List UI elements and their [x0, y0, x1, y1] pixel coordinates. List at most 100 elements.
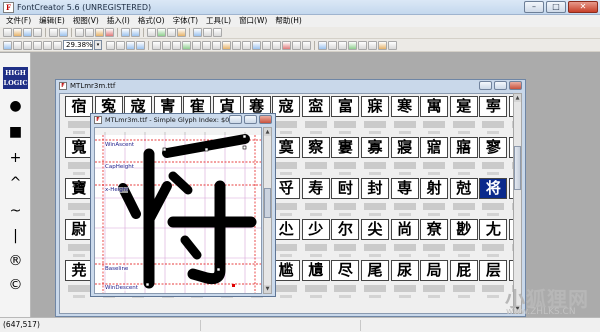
glyph-cell[interactable]: 寇 [272, 96, 301, 137]
glyph-cell[interactable]: 尢 [479, 219, 508, 260]
help-icon[interactable] [213, 28, 222, 37]
pointer-icon[interactable] [13, 40, 22, 50]
metrics-icon[interactable] [136, 40, 145, 50]
zoom-input[interactable]: 29.38% [63, 40, 93, 50]
align-right-icon[interactable] [212, 40, 221, 50]
cut-icon[interactable] [75, 28, 84, 37]
fit-icon[interactable] [106, 40, 115, 50]
flip-vertical-icon[interactable] [162, 40, 171, 50]
check-icon[interactable] [348, 40, 357, 50]
align-left-icon[interactable] [192, 40, 201, 50]
glyph-cell[interactable]: 寥 [479, 137, 508, 178]
properties-icon[interactable] [167, 28, 176, 37]
close-button[interactable]: ✕ [568, 1, 598, 13]
glyph-cell[interactable]: 寡 [361, 137, 390, 178]
preview-icon[interactable] [203, 28, 212, 37]
glyph-cell[interactable]: 寞 [272, 137, 301, 178]
line-tool[interactable]: | [0, 226, 31, 246]
test-font-icon[interactable] [157, 28, 166, 37]
glyph-cell[interactable]: 尾 [361, 260, 390, 301]
glyph-cell[interactable]: 射 [420, 178, 449, 219]
close-icon[interactable] [509, 81, 522, 90]
glyph-cell[interactable]: 尀 [331, 178, 360, 219]
glyph-cell[interactable]: 寍 [301, 96, 331, 137]
hint-icon[interactable] [302, 40, 311, 50]
scroll-thumb[interactable] [264, 188, 271, 218]
zoom-out-icon[interactable] [43, 40, 52, 50]
curve-icon[interactable] [328, 40, 337, 50]
print-preview-icon[interactable] [59, 28, 68, 37]
glyph-cell[interactable]: 寽 [272, 178, 301, 219]
menu-help[interactable]: 帮助(H) [271, 15, 306, 27]
font-window-title-bar[interactable]: F MTLmr3m.ttf [56, 80, 525, 92]
glyph-canvas[interactable]: WinAscent CapHeight x-Height Baseline Wi… [94, 127, 262, 294]
join-icon[interactable] [262, 40, 271, 50]
scroll-up-icon[interactable]: ▲ [264, 128, 271, 136]
copyright-tool[interactable]: © [0, 275, 31, 295]
layers-icon[interactable] [388, 40, 397, 50]
zoom-in-icon[interactable] [33, 40, 42, 50]
scroll-up-icon[interactable]: ▲ [514, 94, 521, 102]
glyph-cell[interactable]: 封 [361, 178, 390, 219]
glyph-grid-scrollbar[interactable]: ▲ ▼ [513, 93, 522, 314]
hand-icon[interactable] [23, 40, 32, 50]
save-icon[interactable] [23, 28, 32, 37]
menu-format[interactable]: 格式(O) [134, 15, 169, 27]
glyph-cell[interactable]: 屁 [449, 260, 479, 301]
find-icon[interactable] [147, 28, 156, 37]
glyph-cell[interactable]: 尞 [420, 219, 449, 260]
font-info-icon[interactable] [177, 28, 186, 37]
glyph-nodes[interactable] [145, 134, 247, 287]
glyph-cell[interactable]: 寤 [449, 137, 479, 178]
glyph-cell[interactable]: 寒 [390, 96, 420, 137]
node-icon[interactable] [318, 40, 327, 50]
scale-icon[interactable] [232, 40, 241, 50]
rectangle-tool[interactable]: ■ [0, 122, 31, 142]
add-point-tool[interactable]: + [0, 148, 31, 168]
minimize-button[interactable]: – [524, 1, 544, 13]
glyph-cell[interactable]: 尔 [331, 219, 360, 260]
glyph-cell[interactable]: 尵 [301, 260, 331, 301]
glyph-cell[interactable]: 尴 [272, 260, 301, 301]
glyph-cell[interactable]: 将 [479, 178, 508, 219]
menu-tools[interactable]: 工具(L) [202, 15, 235, 27]
glyph-window-scrollbar[interactable]: ▲ ▼ [263, 127, 272, 294]
scroll-down-icon[interactable]: ▼ [264, 285, 271, 293]
glyph-cell[interactable]: 寓 [420, 96, 449, 137]
maximize-button[interactable]: □ [546, 1, 566, 13]
glyph-cell[interactable]: 察 [301, 137, 331, 178]
menu-view[interactable]: 视图(V) [69, 15, 103, 27]
new-icon[interactable] [3, 28, 12, 37]
palette-icon[interactable] [378, 40, 387, 50]
glyph-outline[interactable] [118, 134, 257, 289]
redo-icon[interactable] [131, 28, 140, 37]
glyph-cell[interactable]: 寔 [449, 96, 479, 137]
save-all-icon[interactable] [33, 28, 42, 37]
glyph-cell[interactable]: 尚 [390, 219, 420, 260]
rotate-icon[interactable] [172, 40, 181, 50]
menu-window[interactable]: 窗口(W) [235, 15, 271, 27]
smooth-icon[interactable] [252, 40, 261, 50]
close-icon[interactable] [259, 115, 272, 124]
pen-icon[interactable] [53, 40, 62, 50]
menu-insert[interactable]: 插入(I) [103, 15, 134, 27]
glyph-cell[interactable]: 専 [390, 178, 420, 219]
align-center-icon[interactable] [202, 40, 211, 50]
remove-overlap-icon[interactable] [282, 40, 291, 50]
maximize-icon[interactable] [244, 115, 257, 124]
minimize-icon[interactable] [479, 81, 492, 90]
glyph-cell[interactable]: 少 [301, 219, 331, 260]
glyph-cell[interactable]: 尖 [361, 219, 390, 260]
menu-edit[interactable]: 编辑(E) [35, 15, 69, 27]
delete-icon[interactable] [105, 28, 114, 37]
minimize-icon[interactable] [229, 115, 242, 124]
contour-direction-icon[interactable] [182, 40, 191, 50]
tilde-tool[interactable]: ~ [0, 201, 31, 221]
undo-icon[interactable] [121, 28, 130, 37]
menu-font[interactable]: 字体(T) [169, 15, 202, 27]
caret-tool[interactable]: ^ [0, 173, 31, 193]
transform-icon[interactable] [242, 40, 251, 50]
registered-tool[interactable]: ® [0, 251, 31, 271]
flip-horizontal-icon[interactable] [152, 40, 161, 50]
chevron-down-icon[interactable]: ▾ [94, 40, 102, 50]
